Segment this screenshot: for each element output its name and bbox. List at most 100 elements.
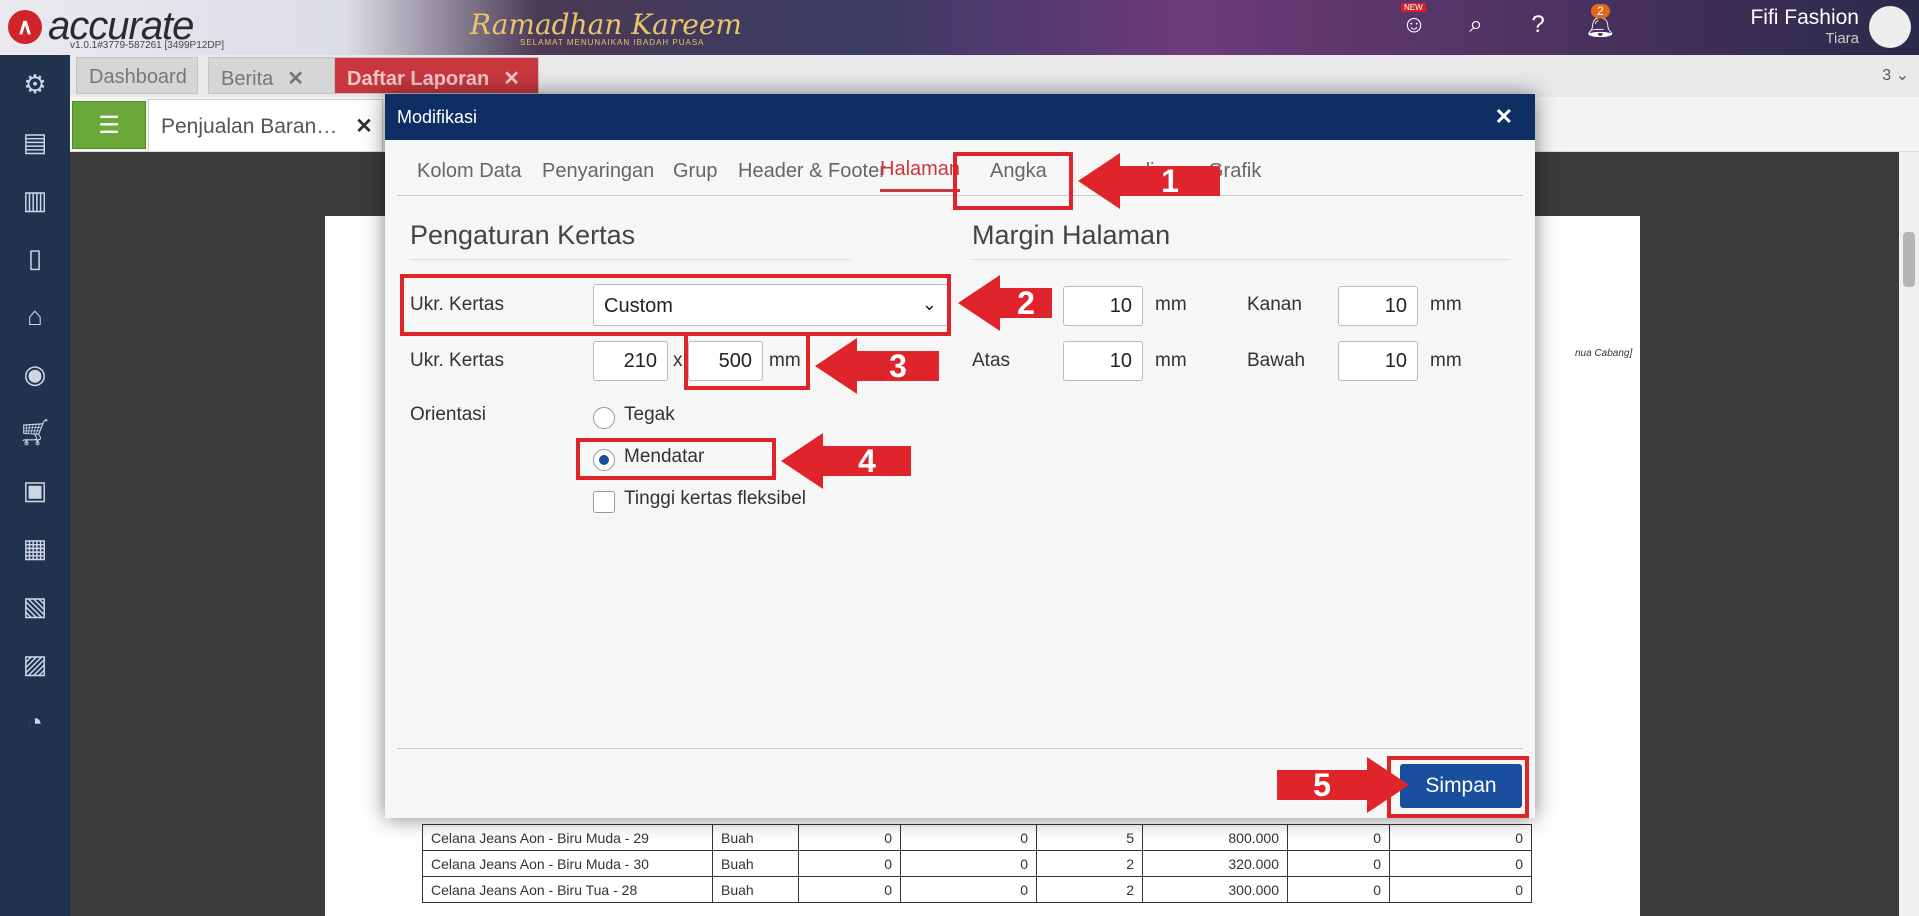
search-icon[interactable]: ⌕ xyxy=(1457,6,1495,44)
step-arrow-5: 5 xyxy=(1277,757,1409,813)
table-row: Celana Jeans Aon - Biru Muda - 29 Buah 0… xyxy=(422,824,1532,851)
tab-daftar-laporan[interactable]: Daftar Laporan ✕ xyxy=(334,57,539,94)
factory-icon[interactable]: ▦ xyxy=(0,519,70,577)
table-row: Celana Jeans Aon - Biru Muda - 30 Buah 0… xyxy=(422,850,1532,877)
dialog-footer-divider xyxy=(397,748,1523,749)
ledger-icon[interactable]: ▯ xyxy=(0,229,70,287)
step-arrow-2: 2 xyxy=(958,275,1052,331)
user-sub: Tiara xyxy=(1825,30,1859,47)
margin-title: Margin Halaman xyxy=(972,220,1171,250)
divider xyxy=(410,259,850,260)
cart-icon[interactable]: 🛒︎ xyxy=(0,403,70,461)
table-cell: 0 xyxy=(900,850,1037,877)
list-menu-button[interactable]: ☰ xyxy=(72,101,146,149)
sidebar: ⚙ ▤ ▥ ▯ ⌂ ◉ 🛒︎ ▣ ▦ ▧ ▨ ◔ xyxy=(0,55,70,916)
table-cell: 0 xyxy=(1389,824,1532,851)
help-icon[interactable]: ? xyxy=(1519,6,1557,44)
bell-icon[interactable]: 🔔︎ 2 xyxy=(1581,4,1619,44)
money-bag-icon[interactable]: ◉ xyxy=(0,345,70,403)
user-info[interactable]: Fifi Fashion Tiara xyxy=(1750,6,1859,47)
top-header: ∧ accurate v1.0.1#3779-587261 [3499P12DP… xyxy=(0,0,1919,55)
flexible-height-checkbox[interactable] xyxy=(593,491,615,513)
margin-unit: mm xyxy=(1430,294,1462,315)
highlight-halaman-tab xyxy=(953,152,1073,210)
building-icon[interactable]: ▥ xyxy=(0,171,70,229)
table-cell: 0 xyxy=(1389,876,1532,903)
tab-penjualan[interactable]: Penjualan Baran… ✕ xyxy=(148,99,383,151)
table-cell: 0 xyxy=(1287,876,1390,903)
tab-grup[interactable]: Grup xyxy=(673,160,717,183)
margin-right-input[interactable]: 10 xyxy=(1338,286,1418,326)
new-badge: NEW xyxy=(1401,3,1426,12)
margin-unit: mm xyxy=(1155,294,1187,315)
paper-width-input[interactable]: 210 xyxy=(593,341,668,381)
report-chart-icon[interactable]: ◔ xyxy=(0,693,70,751)
flexible-height-label: Tinggi kertas fleksibel xyxy=(624,488,806,509)
table-cell: 0 xyxy=(1287,824,1390,851)
step-arrow-3: 3 xyxy=(815,338,939,394)
portrait-label: Tegak xyxy=(624,404,675,425)
tab-label: Berita xyxy=(221,68,274,90)
margin-left-input[interactable]: 10 xyxy=(1063,286,1143,326)
table-cell: 2 xyxy=(1036,850,1143,877)
close-icon[interactable]: ✕ xyxy=(503,68,520,90)
report-note: nua Cabang] xyxy=(1575,348,1633,359)
close-icon[interactable]: ✕ xyxy=(287,68,304,90)
logo-mark-icon: ∧ xyxy=(8,9,42,44)
tab-dashboard[interactable]: Dashboard xyxy=(76,57,198,94)
bank-icon[interactable]: ⌂ xyxy=(0,287,70,345)
dialog-header: Modifikasi ✕ xyxy=(385,94,1535,140)
conveyor-icon[interactable]: ▧ xyxy=(0,577,70,635)
tab-header-footer[interactable]: Header & Footer xyxy=(738,160,886,183)
close-icon[interactable]: ✕ xyxy=(1495,104,1513,130)
notification-badge: 2 xyxy=(1591,4,1610,18)
banner-subtitle: SELAMAT MENUNAIKAN IBADAH PUASA xyxy=(520,38,705,47)
version-text: v1.0.1#3779-587261 [3499P12DP] xyxy=(70,40,225,51)
subtab-label: Penjualan Baran… xyxy=(161,115,338,138)
table-cell: 0 xyxy=(798,850,901,877)
table-cell: Celana Jeans Aon - Biru Tua - 28 xyxy=(422,876,713,903)
scroll-thumb[interactable] xyxy=(1903,232,1915,287)
table-cell: Buah xyxy=(712,850,799,877)
user-name: Fifi Fashion xyxy=(1750,6,1859,29)
tab-count[interactable]: 3 ⌄ xyxy=(1882,65,1909,85)
highlight-paper-size xyxy=(400,274,951,336)
step-number: 3 xyxy=(889,347,907,384)
size-separator: x xyxy=(673,350,683,371)
table-cell: 0 xyxy=(798,824,901,851)
tax-icon[interactable]: ▨ xyxy=(0,635,70,693)
avatar[interactable] xyxy=(1869,6,1911,48)
tab-penyaringan[interactable]: Penyaringan xyxy=(542,160,654,183)
margin-bottom-label: Bawah xyxy=(1247,350,1306,371)
step-arrow-1: 1 xyxy=(1078,153,1220,209)
close-icon[interactable]: ✕ xyxy=(355,115,373,138)
tab-kolom-data[interactable]: Kolom Data xyxy=(417,160,522,183)
tab-strip: Dashboard Berita ✕ Daftar Laporan ✕ 3 ⌄ xyxy=(70,55,1919,97)
margin-top-input[interactable]: 10 xyxy=(1063,341,1143,381)
table-cell: 320.000 xyxy=(1142,850,1288,877)
gear-icon[interactable]: ⚙ xyxy=(0,55,70,113)
shopping-bag-icon[interactable]: ▣ xyxy=(0,461,70,519)
orientation-label: Orientasi xyxy=(410,404,487,425)
margin-top-label: Atas xyxy=(972,350,1011,371)
table-row: Celana Jeans Aon - Biru Tua - 28 Buah 0 … xyxy=(422,876,1532,903)
table-cell: 800.000 xyxy=(1142,824,1288,851)
table-cell: 0 xyxy=(900,876,1037,903)
portrait-radio[interactable] xyxy=(593,407,615,429)
table-cell: 300.000 xyxy=(1142,876,1288,903)
margin-right-label: Kanan xyxy=(1247,294,1302,315)
step-number: 2 xyxy=(1017,284,1035,321)
tab-halaman[interactable]: Halaman xyxy=(880,158,961,192)
tab-label: Daftar Laporan xyxy=(347,68,490,90)
cashier-icon[interactable]: ▤ xyxy=(0,113,70,171)
divider xyxy=(972,259,1510,260)
custom-size-label: Ukr. Kertas xyxy=(410,350,504,371)
highlight-paper-height xyxy=(684,332,810,390)
table-cell: 0 xyxy=(798,876,901,903)
tab-count-value: 3 xyxy=(1882,67,1892,84)
margin-bottom-input[interactable]: 10 xyxy=(1338,341,1418,381)
scrollbar[interactable] xyxy=(1899,152,1919,916)
new-feature-icon[interactable]: ☺ NEW xyxy=(1395,3,1433,44)
tab-berita[interactable]: Berita ✕ xyxy=(208,57,340,94)
step-arrow-4: 4 xyxy=(781,433,911,489)
